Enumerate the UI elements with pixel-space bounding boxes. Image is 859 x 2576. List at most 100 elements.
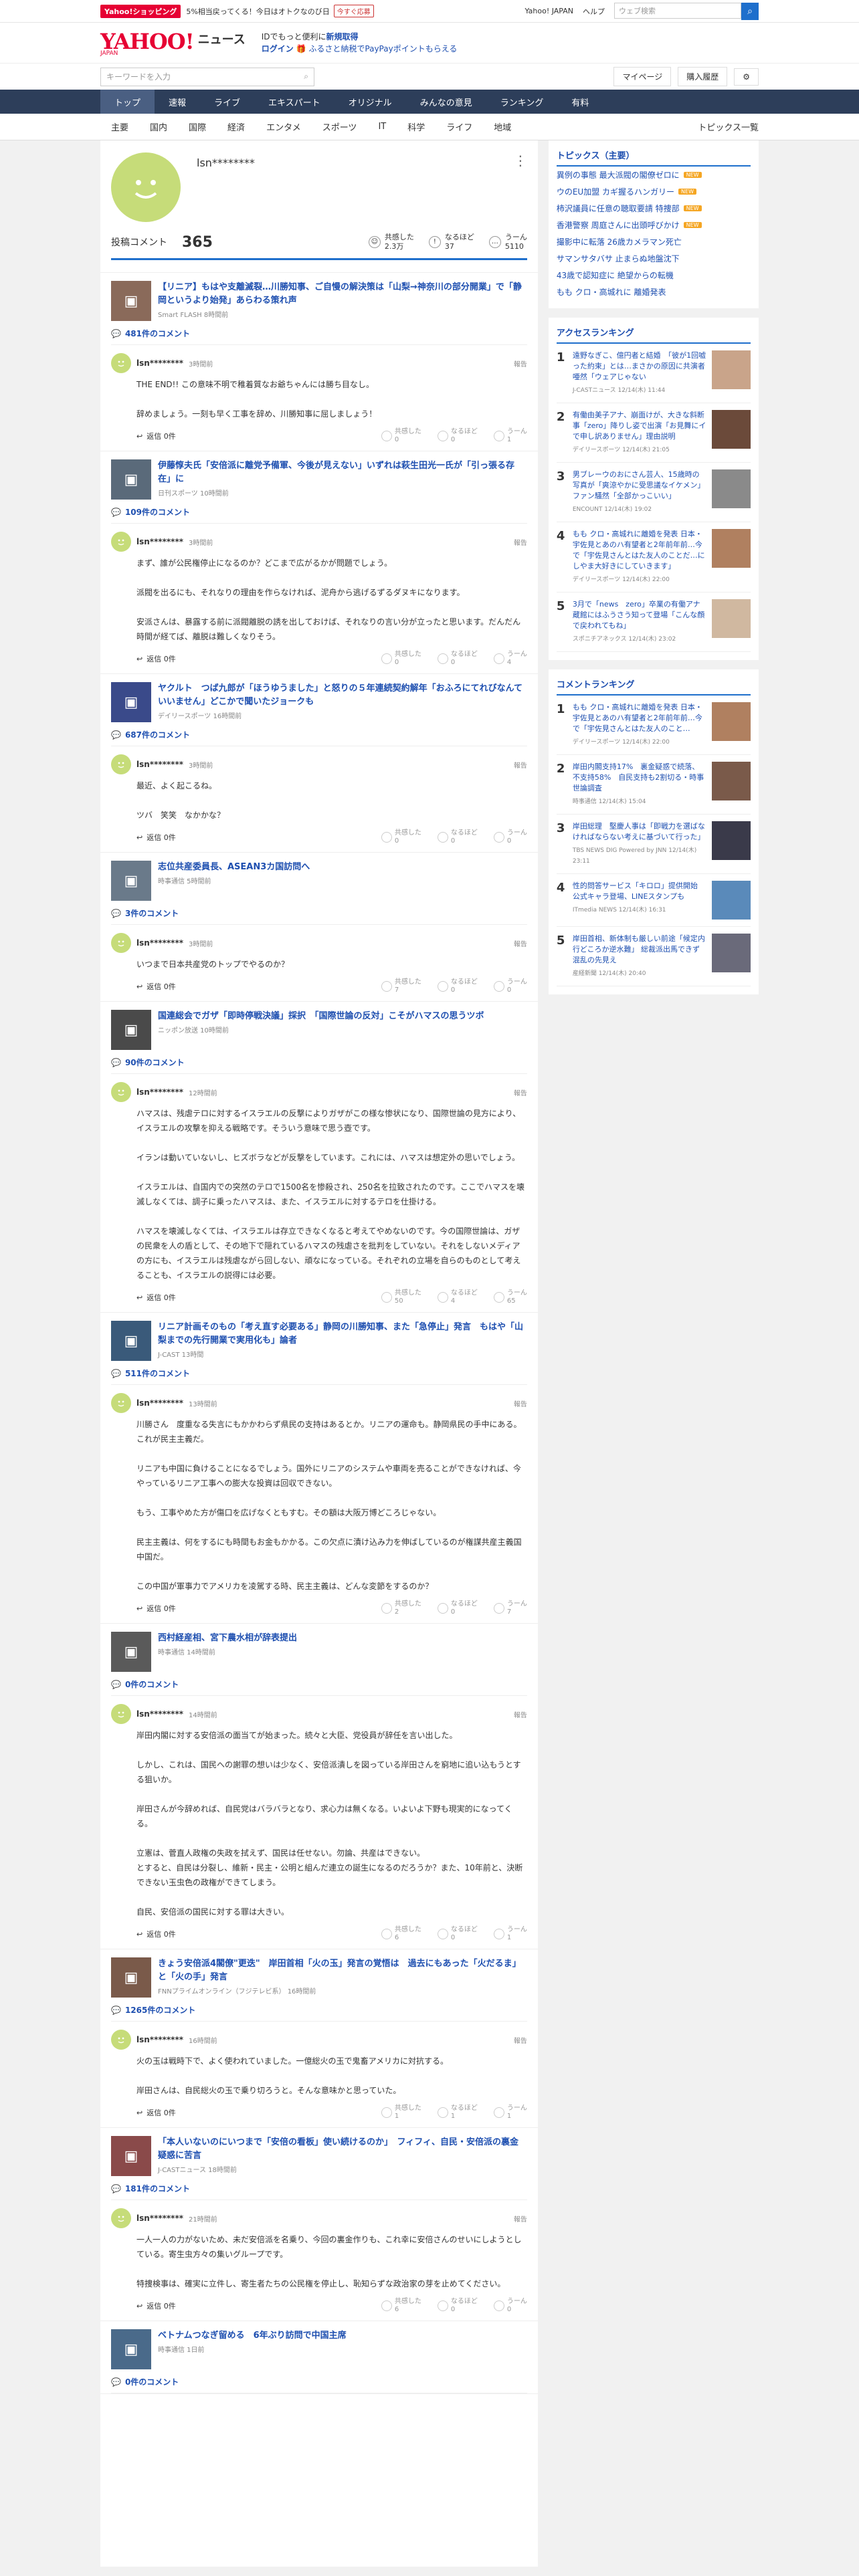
comment-count-link[interactable]: 💬 1265件のコメント <box>111 2004 527 2022</box>
report-link[interactable]: 報告 <box>514 2214 527 2224</box>
hmm-button[interactable]: うーん 65 <box>493 1289 527 1305</box>
ranking-item[interactable]: 2 有働由美子アナ、崩面けが、大きな斜断事「zero」降りし姿で出演「お見舞にイで… <box>556 403 751 463</box>
subcat-item[interactable]: 主要 <box>100 120 139 133</box>
article-thumbnail[interactable]: ▣ <box>111 281 151 321</box>
report-link[interactable]: 報告 <box>514 537 527 547</box>
ranking-item[interactable]: 5 岸田首相、新体制も厳しい前途「候定内行どころか逆水難」 総裁派出馬できず混乱の… <box>556 927 751 986</box>
agree-button[interactable]: なるほど 0 <box>437 2298 478 2314</box>
article-thumbnail[interactable]: ▣ <box>111 1321 151 1361</box>
empathy-button[interactable]: 共感した 6 <box>381 1926 421 1942</box>
tab-live[interactable]: ライブ <box>200 90 254 114</box>
more-menu-icon[interactable]: ⋮ <box>514 152 527 169</box>
article-title[interactable]: ベトナムつなぎ留める 6年ぶり訪問で中国主席 <box>158 2329 347 2343</box>
reply-button[interactable]: ↩ 返信 0件 <box>136 2107 176 2118</box>
gear-icon[interactable]: ⚙ <box>734 68 759 86</box>
comment-count-link[interactable]: 💬 0件のコメント <box>111 2376 527 2393</box>
article-thumbnail[interactable]: ▣ <box>111 861 151 901</box>
yahoo-japan-link[interactable]: Yahoo! JAPAN <box>524 7 573 15</box>
reply-button[interactable]: ↩ 返信 0件 <box>136 832 176 843</box>
article-thumbnail[interactable]: ▣ <box>111 459 151 500</box>
topic-item[interactable]: サマンサタバサ 止まらぬ地盤沈下 <box>557 250 751 267</box>
ranking-item[interactable]: 4 性的問答サービス「キロロ」提供開始 公式キャラ登場、LINEスタンプも ITme… <box>556 874 751 927</box>
tab-top[interactable]: トップ <box>100 90 155 114</box>
empathy-button[interactable]: 共感した 0 <box>381 829 421 845</box>
report-link[interactable]: 報告 <box>514 938 527 948</box>
article-title[interactable]: リニア計画そのもの「考え直す必要ある」静岡の川勝知事、また「急停止」発言 もはや… <box>158 1321 527 1348</box>
reply-button[interactable]: ↩ 返信 0件 <box>136 1292 176 1303</box>
article-thumbnail[interactable]: ▣ <box>111 682 151 722</box>
report-link[interactable]: 報告 <box>514 1398 527 1408</box>
reply-button[interactable]: ↩ 返信 0件 <box>136 431 176 441</box>
comment-username[interactable]: lsn******** <box>136 358 183 368</box>
subcat-item[interactable]: IT <box>367 122 397 132</box>
agree-button[interactable]: なるほど 1 <box>437 2105 478 2121</box>
subcat-item[interactable]: ライフ <box>436 120 483 133</box>
article-title[interactable]: きょう安倍派4閣僚"更迭" 岸田首相「火の玉」発言の覚悟は 過去にもあった「火だ… <box>158 1957 527 1984</box>
subcat-item[interactable]: 経済 <box>217 120 256 133</box>
topic-item[interactable]: 43歳で認知症に 絶望からの転機 <box>557 267 751 284</box>
ranking-item[interactable]: 2 岸田内閣支持17% 裏金疑惑で続落、不支持58% 自民支持も2割切る・時事世論… <box>556 755 751 815</box>
agree-button[interactable]: なるほど 0 <box>437 978 478 994</box>
subcat-item[interactable]: 国内 <box>139 120 178 133</box>
search-icon[interactable]: ⌕ <box>741 2 759 20</box>
comment-count-link[interactable]: 💬 511件のコメント <box>111 1368 527 1385</box>
topic-item[interactable]: 香港警察 周庭さんに出頭呼びかけ NEW <box>557 217 751 233</box>
comment-username[interactable]: lsn******** <box>136 1087 183 1097</box>
topic-item[interactable]: 撮影中に転落 26歳カメラマン死亡 <box>557 233 751 250</box>
article-thumbnail[interactable]: ▣ <box>111 1632 151 1672</box>
mypage-button[interactable]: マイページ <box>613 67 672 86</box>
comment-username[interactable]: lsn******** <box>136 2035 183 2044</box>
topic-item[interactable]: もも クロ・高城れに 離婚発表 <box>557 284 751 300</box>
promo-pill[interactable]: 今すぐ応募 <box>333 5 374 17</box>
reply-button[interactable]: ↩ 返信 0件 <box>136 2300 176 2311</box>
topics-list-link[interactable]: トピックス一覧 <box>698 120 759 133</box>
report-link[interactable]: 報告 <box>514 1087 527 1097</box>
article-title[interactable]: 国連総会でガザ「即時停戦決議」採択 「国際世論の反対」こそがハマスの思うツボ <box>158 1010 484 1023</box>
article-thumbnail[interactable]: ▣ <box>111 2136 151 2176</box>
hmm-button[interactable]: うーん 0 <box>493 978 527 994</box>
ranking-item[interactable]: 1 遠野なぎこ、億円者と結婚 「彼が1回嘘った約束」とは…まさかの原因に共演者唖然… <box>556 344 751 403</box>
article-title[interactable]: 伊藤惇夫氏「安倍派に離党予備軍、今後が見えない」いずれは萩生田光一氏が「引っ張る… <box>158 459 527 486</box>
subcat-item[interactable]: エンタメ <box>256 120 312 133</box>
empathy-button[interactable]: 共感した 0 <box>381 651 421 667</box>
help-link[interactable]: ヘルプ <box>583 6 605 17</box>
agree-button[interactable]: なるほど 4 <box>437 1289 478 1305</box>
reply-button[interactable]: ↩ 返信 0件 <box>136 981 176 992</box>
comment-username[interactable]: lsn******** <box>136 938 183 948</box>
tab-expert[interactable]: エキスパート <box>254 90 335 114</box>
shopping-badge[interactable]: Yahoo!ショッピング <box>100 4 181 18</box>
login-link[interactable]: ログイン <box>262 44 294 53</box>
article-title[interactable]: 西村経産相、宮下農水相が辞表提出 <box>158 1632 297 1645</box>
tab-ranking[interactable]: ランキング <box>486 90 558 114</box>
subcat-item[interactable]: 科学 <box>397 120 436 133</box>
topic-item[interactable]: ウのEU加盟 カギ握るハンガリー NEW <box>557 183 751 200</box>
comment-count-link[interactable]: 💬 181件のコメント <box>111 2183 527 2200</box>
reply-button[interactable]: ↩ 返信 0件 <box>136 1603 176 1614</box>
tab-opinions[interactable]: みんなの意見 <box>406 90 486 114</box>
empathy-button[interactable]: 共感した 50 <box>381 1289 421 1305</box>
ranking-item[interactable]: 4 もも クロ・高城れに離婚を発表 日本・宇佐見とあのハ有望者と2年前年前…今で「… <box>556 522 751 593</box>
hmm-button[interactable]: うーん 4 <box>493 651 527 667</box>
comment-username[interactable]: lsn******** <box>136 1709 183 1719</box>
hmm-button[interactable]: うーん 0 <box>493 2298 527 2314</box>
article-title[interactable]: 志位共産委員長、ASEAN3カ国訪問へ <box>158 861 310 874</box>
comment-username[interactable]: lsn******** <box>136 760 183 769</box>
empathy-button[interactable]: 共感した 6 <box>381 2298 421 2314</box>
ranking-item[interactable]: 3 岸田総理 堅慶人事は「即戦力を選ばなければならない考えに基づいて行った」 TBS… <box>556 815 751 874</box>
article-thumbnail[interactable]: ▣ <box>111 1957 151 1998</box>
subcat-item[interactable]: 国際 <box>178 120 217 133</box>
hmm-button[interactable]: うーん 0 <box>493 829 527 845</box>
subcat-item[interactable]: スポーツ <box>312 120 368 133</box>
comment-username[interactable]: lsn******** <box>136 537 183 546</box>
comment-count-link[interactable]: 💬 90件のコメント <box>111 1057 527 1074</box>
empathy-button[interactable]: 共感した 2 <box>381 1600 421 1616</box>
ranking-item[interactable]: 3 男ブレーウのおにさん芸人、15歳時の写真が「爽涼やかに受思議なイケメン」 ファ… <box>556 463 751 522</box>
web-search-input[interactable]: ウェブ検索 <box>614 2 741 19</box>
agree-button[interactable]: なるほど 0 <box>437 1600 478 1616</box>
comment-count-link[interactable]: 💬 0件のコメント <box>111 1679 527 1696</box>
comment-count-link[interactable]: 💬 109件のコメント <box>111 506 527 524</box>
empathy-button[interactable]: 共感した 1 <box>381 2105 421 2121</box>
comment-username[interactable]: lsn******** <box>136 2214 183 2223</box>
tab-paid[interactable]: 有料 <box>557 90 603 114</box>
agree-button[interactable]: なるほど 0 <box>437 1926 478 1942</box>
